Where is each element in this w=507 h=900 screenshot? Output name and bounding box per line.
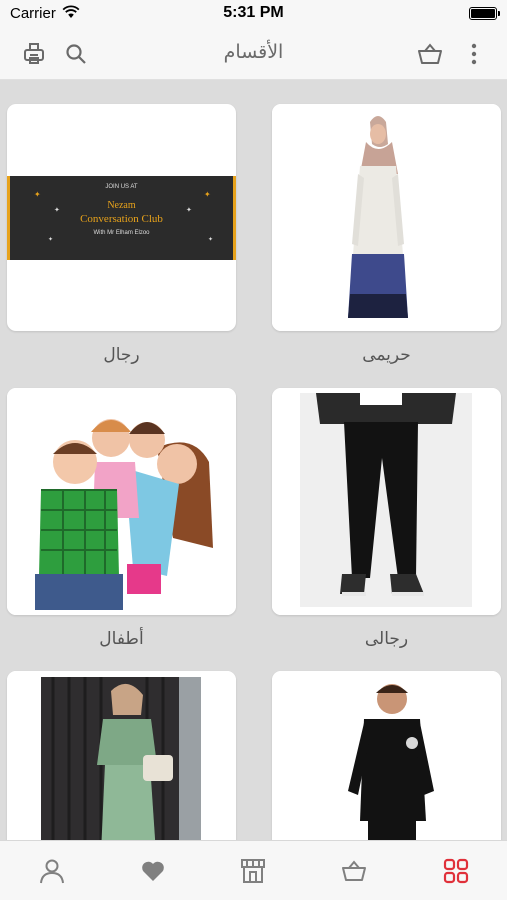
tab-favorites[interactable] bbox=[133, 851, 173, 891]
category-card-menswear[interactable] bbox=[272, 388, 501, 615]
sparkle-icon: ✦ bbox=[186, 206, 192, 214]
banner-title-line1: Nezam bbox=[107, 200, 136, 211]
sparkle-icon: ✦ bbox=[208, 236, 214, 243]
sparkle-icon: ✦ bbox=[34, 190, 41, 199]
banner-title-line2: Conversation Club bbox=[80, 213, 163, 225]
status-bar: Carrier 5:31 PM bbox=[0, 0, 507, 28]
more-vertical-icon[interactable] bbox=[460, 40, 488, 68]
tab-bar bbox=[0, 840, 507, 900]
tab-store[interactable] bbox=[233, 851, 273, 891]
store-icon bbox=[241, 859, 265, 883]
category-image-modest bbox=[7, 671, 236, 840]
battery-level bbox=[471, 9, 495, 18]
sparkle-icon: ✦ bbox=[204, 190, 211, 199]
navigation-bar: الأقسام bbox=[0, 28, 507, 80]
category-label-women: حريمى bbox=[362, 345, 411, 365]
profile-icon bbox=[40, 859, 64, 884]
basket-icon[interactable] bbox=[416, 40, 444, 68]
banner-subtitle: With Mr Elham Elzoo bbox=[93, 230, 150, 236]
category-label-men: رجال bbox=[103, 345, 140, 365]
category-card-women[interactable] bbox=[272, 104, 501, 331]
category-image-boys bbox=[272, 671, 501, 840]
category-image-women bbox=[272, 104, 501, 331]
basket-icon bbox=[342, 860, 366, 881]
clock: 5:31 PM bbox=[223, 4, 284, 21]
favorites-heart-icon bbox=[142, 861, 164, 881]
sparkle-icon: ✦ bbox=[54, 206, 60, 214]
tab-profile[interactable] bbox=[32, 851, 72, 891]
conversation-club-banner: JOIN US AT Nezam Conversation Club With … bbox=[7, 176, 236, 260]
category-card-men[interactable]: JOIN US AT Nezam Conversation Club With … bbox=[7, 104, 236, 331]
tab-categories[interactable] bbox=[436, 851, 476, 891]
category-label-menswear: رجالى bbox=[364, 629, 409, 649]
category-image-kids bbox=[7, 388, 236, 615]
category-card-boys[interactable] bbox=[272, 671, 501, 840]
category-card-kids[interactable] bbox=[7, 388, 236, 615]
categories-grid-icon bbox=[443, 858, 469, 884]
category-label-kids: أطفال bbox=[99, 629, 144, 649]
category-image-menswear bbox=[272, 388, 501, 615]
tab-basket[interactable] bbox=[334, 851, 374, 891]
battery-icon bbox=[469, 7, 500, 20]
category-card-modest[interactable] bbox=[7, 671, 236, 840]
categories-grid: حريمى JOIN US AT Nezam Conversation Club… bbox=[0, 81, 507, 840]
banner-join-text: JOIN US AT bbox=[105, 184, 138, 190]
sparkle-icon: ✦ bbox=[48, 236, 54, 243]
